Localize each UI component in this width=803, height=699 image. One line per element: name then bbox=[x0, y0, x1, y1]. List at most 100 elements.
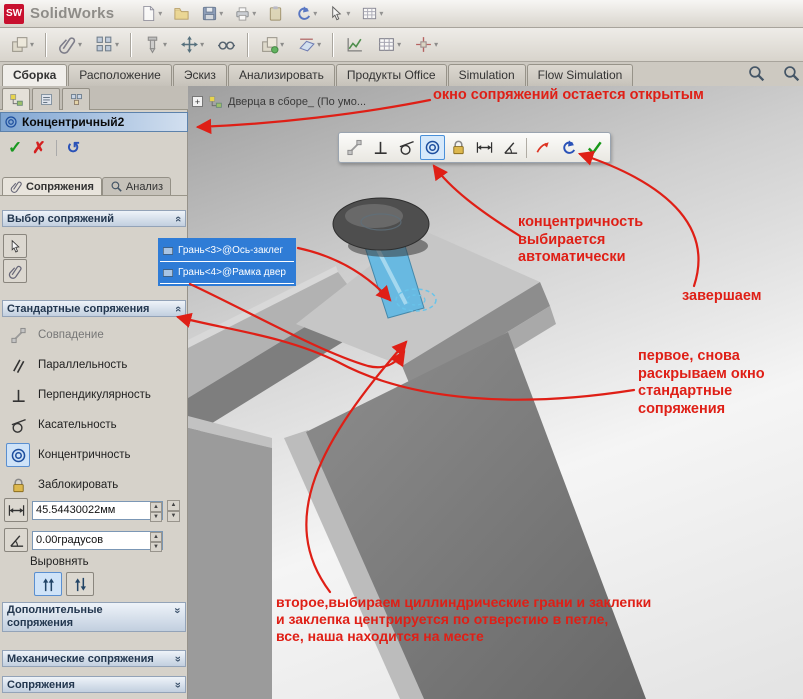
list-item[interactable]: Грань<3>@Ось-заклег bbox=[160, 240, 294, 261]
insert-component-button[interactable]: ▾ bbox=[8, 33, 36, 56]
anti-aligned-button[interactable] bbox=[66, 572, 94, 596]
context-mate-toolbar bbox=[338, 132, 611, 163]
ok-button[interactable] bbox=[582, 135, 607, 160]
mate-selections-button[interactable] bbox=[3, 234, 27, 258]
tab-evaluate[interactable]: Анализировать bbox=[228, 64, 335, 86]
concentric-mate-icon bbox=[4, 115, 18, 129]
dropdown-icon[interactable]: ▾ bbox=[280, 40, 284, 49]
list-item[interactable]: Грань<4>@Рамка двер bbox=[160, 262, 294, 283]
dropdown-icon[interactable]: ▾ bbox=[252, 9, 256, 18]
multiple-mate-button[interactable] bbox=[3, 259, 27, 283]
mate-row-parallel[interactable]: Параллельность bbox=[2, 352, 186, 378]
tab-assembly[interactable]: Сборка bbox=[2, 64, 67, 86]
distance-input[interactable] bbox=[32, 501, 163, 520]
tab-feature-manager[interactable] bbox=[2, 88, 30, 110]
paperclip-icon bbox=[10, 180, 23, 193]
dropdown-icon[interactable]: ▾ bbox=[163, 40, 167, 49]
dropdown-icon[interactable]: ▾ bbox=[115, 40, 119, 49]
save-button[interactable]: ▾ bbox=[199, 3, 225, 24]
analysis-icon bbox=[110, 180, 123, 193]
tree-expand-icon[interactable]: + bbox=[192, 96, 203, 107]
expand-chevron-icon[interactable]: « bbox=[172, 655, 184, 661]
dropdown-icon[interactable]: ▾ bbox=[78, 40, 82, 49]
tangent-button[interactable] bbox=[394, 135, 419, 160]
dropdown-icon[interactable]: ▾ bbox=[313, 9, 317, 18]
mate-row-perpendicular[interactable]: Перпендикулярность bbox=[2, 382, 186, 408]
dropdown-icon[interactable]: ▾ bbox=[158, 9, 162, 18]
expand-chevron-icon[interactable]: « bbox=[172, 681, 184, 687]
exploded-view-button[interactable]: ▾ bbox=[412, 33, 440, 56]
distance-spinner[interactable]: ▲▼ bbox=[150, 502, 162, 519]
mate-row-concentric[interactable]: Концентричность bbox=[2, 442, 186, 468]
tab-sketch[interactable]: Эскиз bbox=[173, 64, 227, 86]
angle-icon[interactable] bbox=[4, 528, 28, 552]
collapse-chevron-icon[interactable]: « bbox=[172, 215, 184, 221]
annotation-auto-concentric: концентричность выбирается автоматически bbox=[518, 214, 698, 267]
expand-chevron-icon[interactable]: « bbox=[171, 607, 184, 613]
advanced-mates-header[interactable]: Дополнительные сопряжения « bbox=[2, 602, 186, 632]
tab-flow-simulation[interactable]: Flow Simulation bbox=[527, 64, 634, 86]
dropdown-icon[interactable]: ▾ bbox=[346, 9, 350, 18]
undo-mate-button[interactable]: ↺ bbox=[67, 138, 80, 158]
tab-configuration-manager[interactable] bbox=[62, 88, 90, 110]
options-button[interactable]: ▾ bbox=[359, 3, 385, 24]
paste-button[interactable] bbox=[265, 3, 286, 24]
lock-button[interactable] bbox=[446, 135, 471, 160]
tab-analysis[interactable]: Анализ bbox=[102, 177, 171, 195]
bill-of-materials-button[interactable]: ▾ bbox=[375, 33, 403, 56]
mechanical-mates-header[interactable]: Механические сопряжения « bbox=[2, 650, 186, 667]
collapse-chevron-icon[interactable]: « bbox=[172, 305, 184, 311]
angle-spinner[interactable]: ▲▼ bbox=[150, 532, 162, 549]
move-component-button[interactable]: ▾ bbox=[178, 33, 206, 56]
dropdown-icon[interactable]: ▾ bbox=[317, 40, 321, 49]
ok-button[interactable]: ✓ bbox=[8, 138, 22, 158]
open-document-button[interactable] bbox=[171, 3, 192, 24]
coincident-button[interactable] bbox=[342, 135, 367, 160]
tab-simulation[interactable]: Simulation bbox=[448, 64, 526, 86]
toolbar-separator bbox=[526, 138, 527, 158]
distance-thumbwheel[interactable]: ▲▼ bbox=[167, 500, 180, 520]
new-motion-study-button[interactable] bbox=[343, 33, 366, 56]
dropdown-icon[interactable]: ▾ bbox=[30, 40, 34, 49]
mate-row-lock[interactable]: Заблокировать bbox=[2, 472, 186, 498]
dropdown-icon[interactable]: ▾ bbox=[379, 9, 383, 18]
zoom-area-icon[interactable] bbox=[747, 64, 766, 83]
cancel-button[interactable]: ✗ bbox=[32, 138, 45, 158]
dropdown-icon[interactable]: ▾ bbox=[219, 9, 223, 18]
mate-row-tangent[interactable]: Касательность bbox=[2, 412, 186, 438]
tab-office-products[interactable]: Продукты Office bbox=[336, 64, 447, 86]
component-pattern-button[interactable]: ▾ bbox=[93, 33, 121, 56]
tangent-icon bbox=[6, 413, 30, 437]
concentric-button[interactable] bbox=[420, 135, 445, 160]
mate-row-coincident[interactable]: Совпадение bbox=[2, 322, 186, 348]
tab-layout[interactable]: Расположение bbox=[68, 64, 172, 86]
print-button[interactable]: ▾ bbox=[232, 3, 258, 24]
dropdown-icon[interactable]: ▾ bbox=[397, 40, 401, 49]
tab-mates[interactable]: Сопряжения bbox=[2, 177, 102, 195]
title-bar: SW SolidWorks ▾ ▾ ▾ ▾ ▾ ▾ bbox=[0, 0, 803, 28]
assembly-features-button[interactable]: ▾ bbox=[258, 33, 286, 56]
aligned-button[interactable] bbox=[34, 572, 62, 596]
select-cursor-button[interactable]: ▾ bbox=[326, 3, 352, 24]
angle-input[interactable] bbox=[32, 531, 163, 550]
perpendicular-button[interactable] bbox=[368, 135, 393, 160]
zoom-fit-icon[interactable] bbox=[782, 64, 801, 83]
mate-button[interactable]: ▾ bbox=[56, 33, 84, 56]
angle-button[interactable] bbox=[498, 135, 523, 160]
mate-selections-header[interactable]: Выбор сопряжений « bbox=[2, 210, 186, 227]
smart-fasteners-button[interactable]: ▾ bbox=[141, 33, 169, 56]
dropdown-icon[interactable]: ▾ bbox=[434, 40, 438, 49]
distance-button[interactable] bbox=[472, 135, 497, 160]
mates-list-header[interactable]: Сопряжения « bbox=[2, 676, 186, 693]
breadcrumb: + Дверца в сборе_ (По умо... bbox=[192, 94, 366, 109]
tab-property-manager[interactable] bbox=[32, 88, 60, 110]
undo-button[interactable] bbox=[556, 135, 581, 160]
dropdown-icon[interactable]: ▾ bbox=[200, 40, 204, 49]
flip-alignment-button[interactable] bbox=[530, 135, 555, 160]
new-document-button[interactable]: ▾ bbox=[138, 3, 164, 24]
show-hidden-components-button[interactable] bbox=[215, 33, 238, 56]
standard-mates-header[interactable]: Стандартные сопряжения « bbox=[2, 300, 186, 317]
undo-button[interactable]: ▾ bbox=[293, 3, 319, 24]
distance-icon[interactable] bbox=[4, 498, 28, 522]
reference-geometry-button[interactable]: ▾ bbox=[295, 33, 323, 56]
